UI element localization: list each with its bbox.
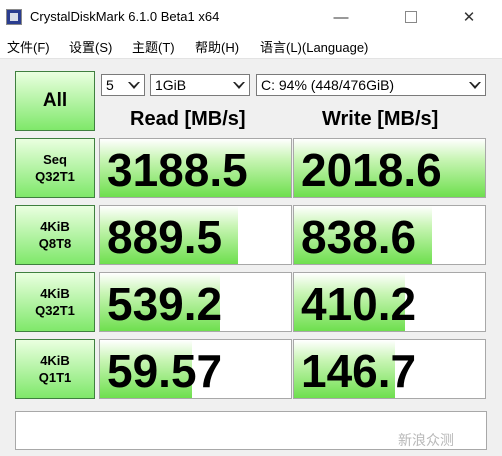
app-icon bbox=[6, 9, 22, 25]
read-value: 59.57 bbox=[107, 345, 223, 397]
write-value: 2018.6 bbox=[301, 144, 442, 196]
test-count-value: 5 bbox=[106, 77, 114, 93]
maximize-button[interactable] bbox=[388, 0, 434, 34]
read-result-4kib-q1t1: 59.57 bbox=[99, 339, 292, 399]
test-label-line1: 4KiB bbox=[40, 286, 70, 301]
test-label-line2: Q32T1 bbox=[35, 169, 75, 184]
minimize-button[interactable]: — bbox=[318, 0, 364, 34]
menu-theme[interactable]: 主题(T) bbox=[132, 37, 175, 56]
write-value: 410.2 bbox=[301, 278, 417, 330]
test-button-4kib-q8t8[interactable]: 4KiB Q8T8 bbox=[15, 205, 95, 265]
chevron-down-icon bbox=[128, 82, 140, 89]
menu-file[interactable]: 文件(F) bbox=[7, 37, 50, 56]
drive-value: C: 94% (448/476GiB) bbox=[261, 77, 395, 93]
drive-select[interactable]: C: 94% (448/476GiB) bbox=[256, 74, 486, 96]
close-button[interactable]: ✕ bbox=[446, 0, 492, 34]
test-label-line1: Seq bbox=[43, 152, 67, 167]
write-result-4kib-q32t1: 410.2 bbox=[293, 272, 486, 332]
read-header: Read [MB/s] bbox=[130, 108, 246, 130]
watermark-text: 新浪众测 bbox=[398, 432, 454, 448]
test-label-line2: Q1T1 bbox=[38, 370, 72, 385]
chevron-down-icon bbox=[233, 82, 245, 89]
write-result-4kib-q8t8: 838.6 bbox=[293, 205, 486, 265]
menu-settings[interactable]: 设置(S) bbox=[69, 37, 112, 56]
write-value: 146.7 bbox=[301, 345, 417, 397]
test-label-line2: Q32T1 bbox=[35, 303, 75, 318]
write-value: 838.6 bbox=[301, 211, 417, 263]
all-button[interactable]: All bbox=[15, 71, 95, 131]
write-result-seq-q32t1: 2018.6 bbox=[293, 138, 486, 198]
test-button-4kib-q1t1[interactable]: 4KiB Q1T1 bbox=[15, 339, 95, 399]
read-result-4kib-q32t1: 539.2 bbox=[99, 272, 292, 332]
test-label-line1: 4KiB bbox=[40, 353, 70, 368]
title-bar: CrystalDiskMark 6.1.0 Beta1 x64 — ✕ bbox=[0, 0, 502, 34]
maximize-icon bbox=[405, 11, 417, 23]
menu-help[interactable]: 帮助(H) bbox=[195, 37, 239, 56]
read-result-4kib-q8t8: 889.5 bbox=[99, 205, 292, 265]
test-size-value: 1GiB bbox=[155, 77, 187, 93]
test-label-line2: Q8T8 bbox=[38, 236, 72, 251]
window-title: CrystalDiskMark 6.1.0 Beta1 x64 bbox=[30, 9, 220, 24]
read-value: 889.5 bbox=[107, 211, 223, 263]
menu-bar: 文件(F) 设置(S) 主题(T) 帮助(H) 语言(L)(Language) bbox=[0, 34, 502, 59]
read-value: 539.2 bbox=[107, 278, 223, 330]
read-result-seq-q32t1: 3188.5 bbox=[99, 138, 292, 198]
chevron-down-icon bbox=[469, 82, 481, 89]
test-size-select[interactable]: 1GiB bbox=[150, 74, 250, 96]
test-button-4kib-q32t1[interactable]: 4KiB Q32T1 bbox=[15, 272, 95, 332]
test-label-line1: 4KiB bbox=[40, 219, 70, 234]
write-result-4kib-q1t1: 146.7 bbox=[293, 339, 486, 399]
write-header: Write [MB/s] bbox=[322, 108, 439, 130]
test-button-seq-q32t1[interactable]: Seq Q32T1 bbox=[15, 138, 95, 198]
test-count-select[interactable]: 5 bbox=[101, 74, 145, 96]
menu-language[interactable]: 语言(L)(Language) bbox=[260, 37, 368, 56]
read-value: 3188.5 bbox=[107, 144, 248, 196]
